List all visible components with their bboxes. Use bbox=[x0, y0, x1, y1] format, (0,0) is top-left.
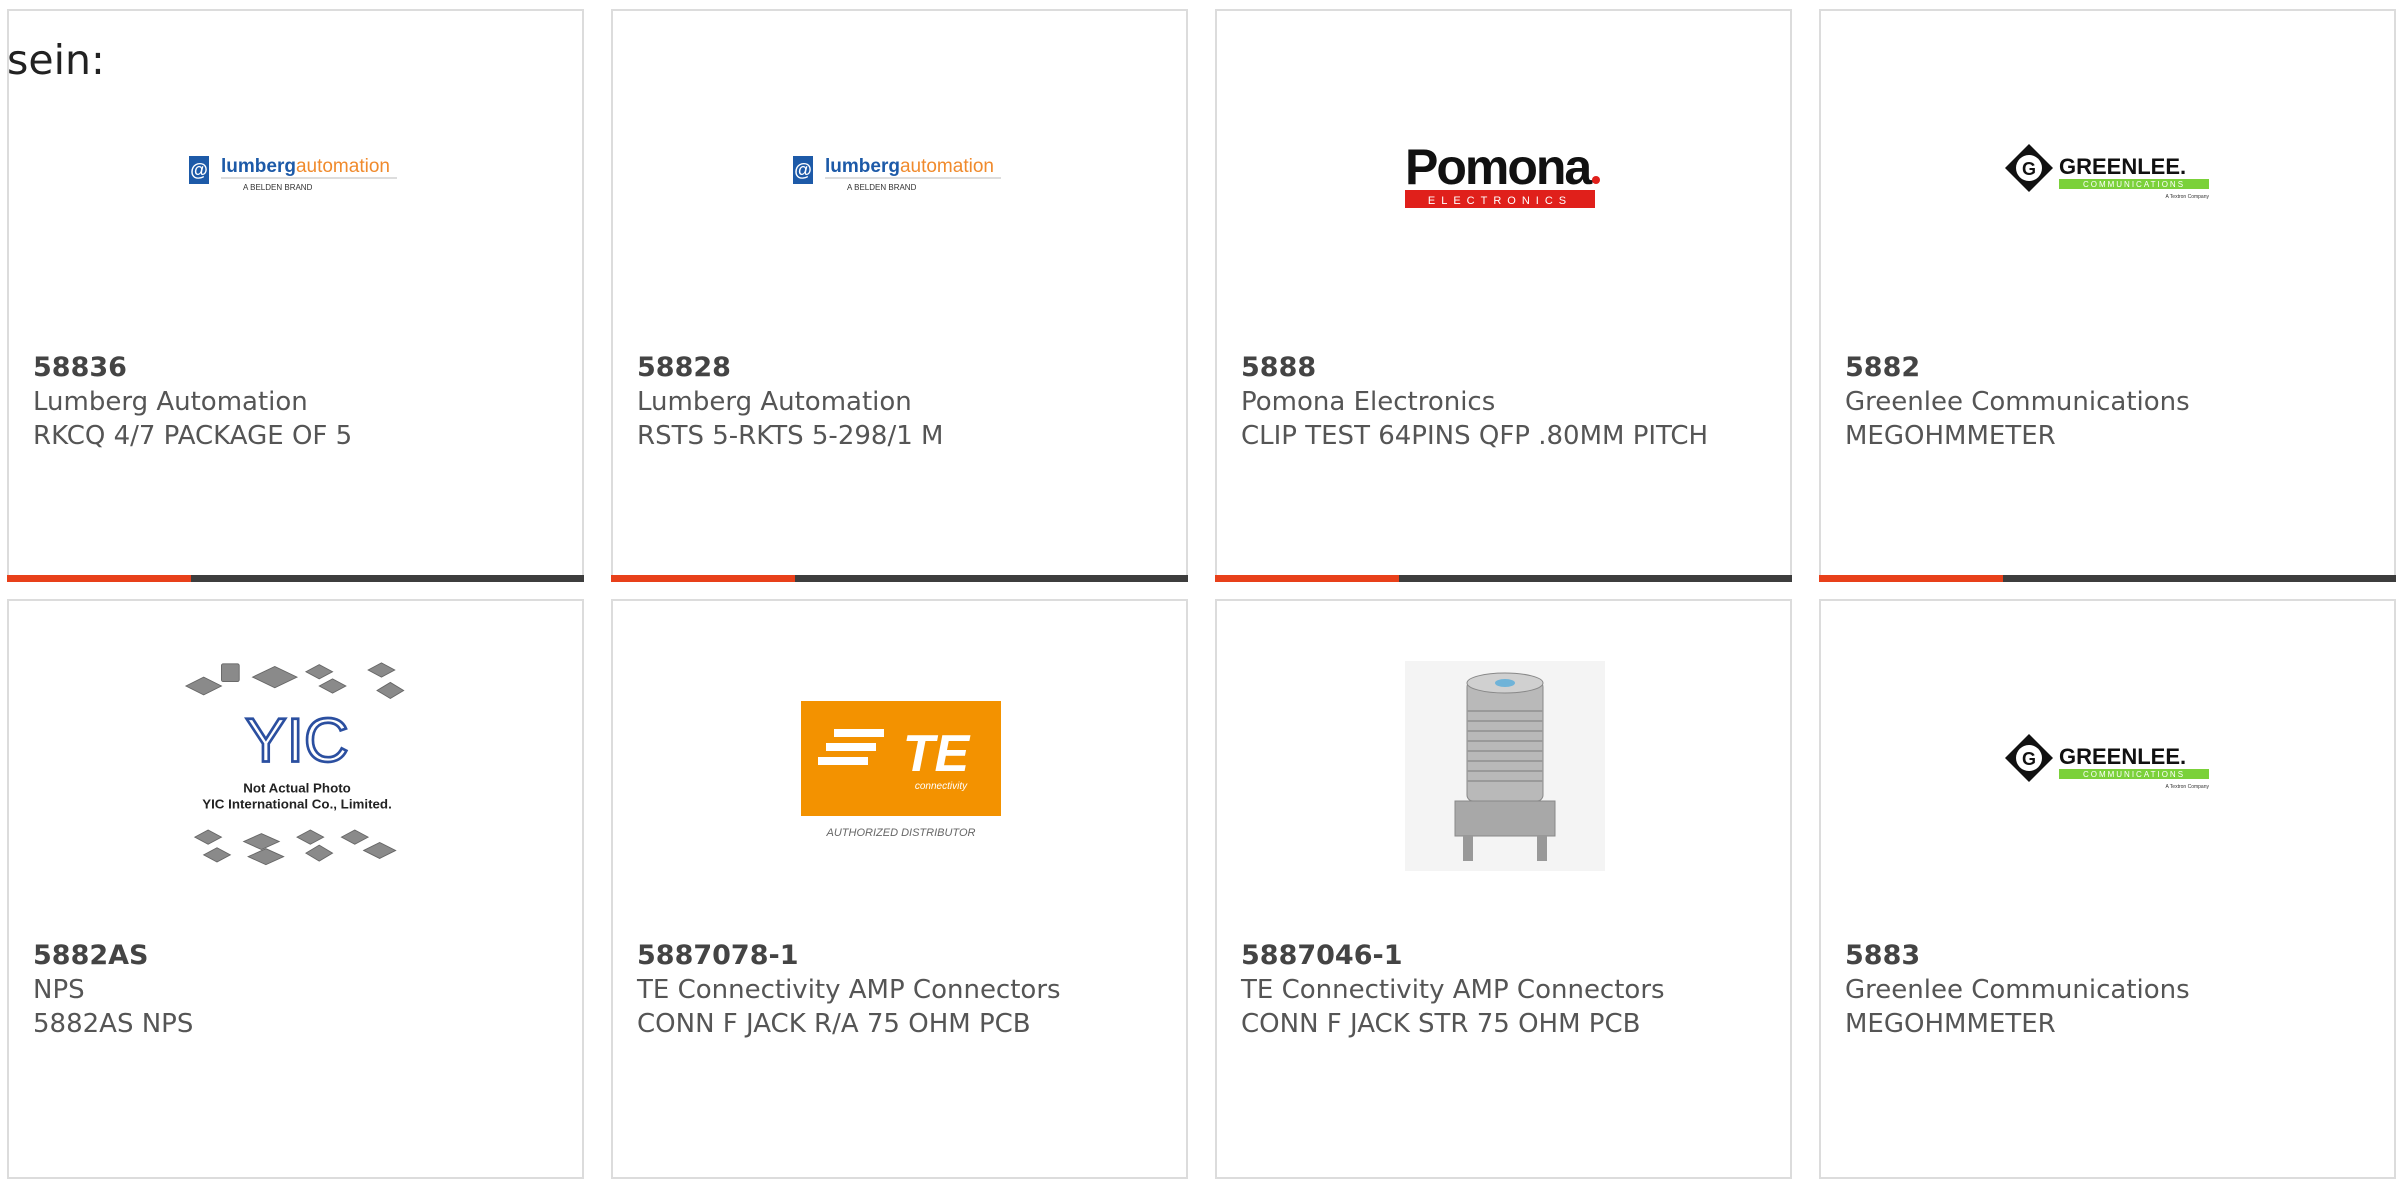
product-card[interactable]: G GREENLEE. COMMUNICATIONS A Textron Com… bbox=[1819, 9, 2396, 582]
svg-text:GREENLEE.: GREENLEE. bbox=[2059, 744, 2186, 769]
f-jack-connector-photo bbox=[1385, 646, 1625, 886]
description: CONN F JACK R/A 75 OHM PCB bbox=[637, 1009, 1031, 1039]
product-card[interactable]: 5887046-1 TE Connectivity AMP Connectors… bbox=[1215, 599, 1792, 1179]
description: RSTS 5-RKTS 5-298/1 M bbox=[637, 421, 944, 451]
part-number[interactable]: 5887078-1 bbox=[637, 939, 1137, 973]
lumberg-automation-logo: @ lumbergautomation A BELDEN BRAND bbox=[177, 56, 417, 296]
product-card[interactable]: G GREENLEE. COMMUNICATIONS A Textron Com… bbox=[1819, 599, 2396, 1179]
manufacturer: Greenlee Communications bbox=[1845, 975, 2190, 1005]
greenlee-logo: G GREENLEE. COMMUNICATIONS A Textron Com… bbox=[1989, 646, 2229, 886]
svg-text:Pomona: Pomona bbox=[1405, 139, 1593, 195]
svg-text:Not Actual Photo: Not Actual Photo bbox=[243, 781, 351, 796]
part-number[interactable]: 5887046-1 bbox=[1241, 939, 1741, 973]
description: RKCQ 4/7 PACKAGE OF 5 bbox=[33, 421, 353, 451]
svg-text:lumbergautomation: lumbergautomation bbox=[825, 156, 994, 177]
yic-placeholder-image: YIC Not Actual Photo YIC International C… bbox=[177, 646, 417, 886]
manufacturer: Greenlee Communications bbox=[1845, 387, 2190, 417]
part-number[interactable]: 5882AS bbox=[33, 939, 533, 973]
svg-text:connectivity: connectivity bbox=[915, 781, 968, 792]
greenlee-logo: G GREENLEE. COMMUNICATIONS A Textron Com… bbox=[1989, 56, 2229, 296]
section-heading: sein: bbox=[7, 36, 105, 84]
product-card[interactable]: Pomona ELECTRONICS 5888 Pomona Electroni… bbox=[1215, 9, 1792, 582]
svg-text:AUTHORIZED DISTRIBUTOR: AUTHORIZED DISTRIBUTOR bbox=[826, 827, 976, 839]
manufacturer: NPS bbox=[33, 975, 85, 1005]
svg-text:lumbergautomation: lumbergautomation bbox=[221, 156, 390, 177]
part-number[interactable]: 5883 bbox=[1845, 939, 2345, 973]
product-card[interactable]: @ lumbergautomation A BELDEN BRAND 58828… bbox=[611, 9, 1188, 582]
svg-text:TE: TE bbox=[903, 725, 971, 783]
part-number[interactable]: 58836 bbox=[33, 351, 533, 385]
card-bar bbox=[611, 575, 1188, 582]
product-card[interactable]: @ lumbergautomation A BELDEN BRAND 58836… bbox=[7, 9, 584, 582]
description: CLIP TEST 64PINS QFP .80MM PITCH bbox=[1241, 421, 1709, 451]
svg-text:A Textron Company: A Textron Company bbox=[2165, 784, 2209, 790]
manufacturer: Lumberg Automation bbox=[33, 387, 308, 417]
svg-text:A Textron Company: A Textron Company bbox=[2165, 194, 2209, 200]
svg-text:@: @ bbox=[794, 160, 812, 180]
svg-text:YIC International Co., Limited: YIC International Co., Limited. bbox=[202, 797, 392, 812]
svg-text:@: @ bbox=[190, 160, 208, 180]
svg-text:A BELDEN BRAND: A BELDEN BRAND bbox=[243, 183, 313, 192]
product-grid: @ lumbergautomation A BELDEN BRAND 58836… bbox=[0, 0, 2400, 1179]
part-number[interactable]: 5888 bbox=[1241, 351, 1741, 385]
manufacturer: Pomona Electronics bbox=[1241, 387, 1496, 417]
card-bar bbox=[7, 575, 584, 582]
svg-text:G: G bbox=[2022, 159, 2036, 179]
svg-text:G: G bbox=[2022, 749, 2036, 769]
svg-text:ELECTRONICS: ELECTRONICS bbox=[1428, 195, 1572, 207]
svg-text:YIC: YIC bbox=[245, 707, 349, 776]
lumberg-automation-logo: @ lumbergautomation A BELDEN BRAND bbox=[781, 56, 1021, 296]
svg-text:A BELDEN BRAND: A BELDEN BRAND bbox=[847, 183, 917, 192]
part-number[interactable]: 58828 bbox=[637, 351, 1137, 385]
svg-text:COMMUNICATIONS: COMMUNICATIONS bbox=[2083, 770, 2185, 779]
description: MEGOHMMETER bbox=[1845, 421, 2056, 451]
description: MEGOHMMETER bbox=[1845, 1009, 2056, 1039]
te-connectivity-logo: TE connectivity AUTHORIZED DISTRIBUTOR bbox=[781, 646, 1021, 886]
part-number[interactable]: 5882 bbox=[1845, 351, 2345, 385]
card-bar bbox=[1819, 575, 2396, 582]
manufacturer: TE Connectivity AMP Connectors bbox=[1241, 975, 1665, 1005]
manufacturer: TE Connectivity AMP Connectors bbox=[637, 975, 1061, 1005]
description: 5882AS NPS bbox=[33, 1009, 194, 1039]
svg-text:GREENLEE.: GREENLEE. bbox=[2059, 154, 2186, 179]
card-bar bbox=[1215, 575, 1792, 582]
manufacturer: Lumberg Automation bbox=[637, 387, 912, 417]
pomona-logo: Pomona ELECTRONICS bbox=[1385, 56, 1625, 296]
product-card[interactable]: TE connectivity AUTHORIZED DISTRIBUTOR 5… bbox=[611, 599, 1188, 1179]
description: CONN F JACK STR 75 OHM PCB bbox=[1241, 1009, 1641, 1039]
svg-text:COMMUNICATIONS: COMMUNICATIONS bbox=[2083, 180, 2185, 189]
product-card[interactable]: YIC Not Actual Photo YIC International C… bbox=[7, 599, 584, 1179]
